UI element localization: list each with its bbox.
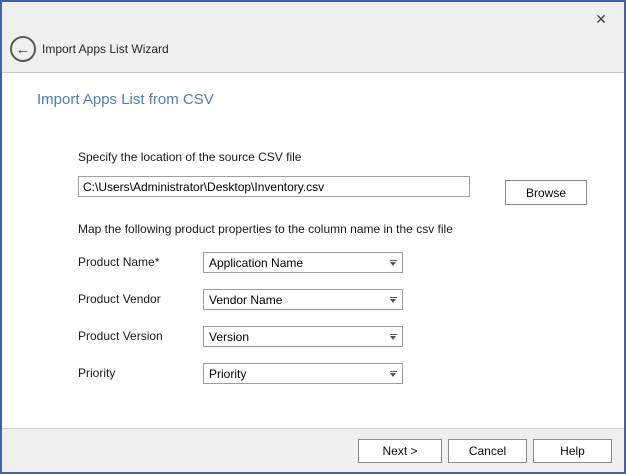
- priority-label: Priority: [78, 363, 203, 384]
- chevron-down-icon: [384, 364, 402, 383]
- source-file-label: Specify the location of the source CSV f…: [78, 150, 301, 164]
- page-title: Import Apps List from CSV: [37, 91, 214, 108]
- mapping-row-product-name: Product Name* Application Name: [78, 252, 203, 273]
- dropdown-selected-value: Vendor Name: [209, 293, 384, 307]
- dropdown-selected-value: Application Name: [209, 256, 384, 270]
- chevron-down-icon: [384, 253, 402, 272]
- priority-dropdown[interactable]: Priority: [203, 363, 403, 384]
- close-button[interactable]: ✕: [590, 8, 612, 30]
- mapping-row-product-version: Product Version Version: [78, 326, 203, 347]
- product-version-label: Product Version: [78, 326, 203, 347]
- dropdown-selected-value: Priority: [209, 367, 384, 381]
- mapping-row-priority: Priority Priority: [78, 363, 203, 384]
- product-name-label: Product Name*: [78, 252, 203, 273]
- mapping-row-product-vendor: Product Vendor Vendor Name: [78, 289, 203, 310]
- wizard-window: ← Import Apps List Wizard ✕ Import Apps …: [0, 0, 626, 474]
- close-icon: ✕: [595, 11, 607, 27]
- wizard-footer: Next > Cancel Help: [2, 428, 624, 472]
- arrow-left-icon: ←: [16, 42, 31, 57]
- wizard-title: Import Apps List Wizard: [42, 42, 169, 56]
- cancel-button[interactable]: Cancel: [448, 439, 527, 463]
- product-vendor-label: Product Vendor: [78, 289, 203, 310]
- dropdown-selected-value: Version: [209, 330, 384, 344]
- chevron-down-icon: [384, 327, 402, 346]
- product-name-dropdown[interactable]: Application Name: [203, 252, 403, 273]
- chevron-down-icon: [384, 290, 402, 309]
- help-button[interactable]: Help: [533, 439, 612, 463]
- back-button[interactable]: ←: [10, 36, 36, 62]
- next-button[interactable]: Next >: [358, 439, 442, 463]
- product-version-dropdown[interactable]: Version: [203, 326, 403, 347]
- browse-button[interactable]: Browse: [505, 180, 587, 205]
- file-path-input[interactable]: [78, 176, 470, 197]
- product-vendor-dropdown[interactable]: Vendor Name: [203, 289, 403, 310]
- wizard-content: Import Apps List from CSV Specify the lo…: [2, 74, 624, 428]
- map-instructions-label: Map the following product properties to …: [78, 222, 453, 236]
- wizard-header: ← Import Apps List Wizard ✕: [2, 2, 624, 73]
